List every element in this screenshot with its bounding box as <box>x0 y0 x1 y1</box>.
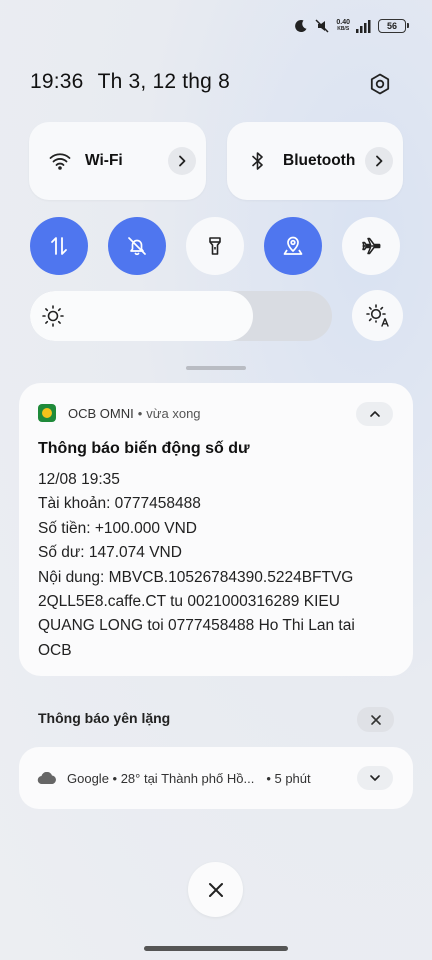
cloud-icon <box>37 770 57 786</box>
notification-line: Nội dung: MBVCB.10526784390.5224BFTVG <box>38 568 354 586</box>
date-time: 19:36 Th 3, 12 thg 8 <box>30 70 230 94</box>
notification-line: 2QLL5E8.caffe.CT tu 0021000316289 KIEU <box>38 593 340 611</box>
google-notification-text: Google • 28° tại Thành phố Hồ... <box>67 770 255 786</box>
wifi-label: Wi-Fi <box>85 152 123 169</box>
wifi-icon <box>49 150 71 172</box>
bell-off-icon <box>128 237 146 256</box>
notification-line: OCB <box>38 641 72 659</box>
notification-line: Số dư: 147.074 VND <box>38 544 182 562</box>
notification-line: Tài khoản: 0777458488 <box>38 495 201 513</box>
drag-handle[interactable] <box>186 366 246 370</box>
wifi-expand-button[interactable] <box>168 147 196 175</box>
notification-header: OCB OMNI • vừa xong <box>38 403 201 423</box>
brightness-icon <box>40 303 66 329</box>
chevron-right-icon <box>376 155 383 167</box>
clock-time: 19:36 <box>30 70 84 93</box>
google-notification-time: • 5 phút <box>266 770 311 786</box>
expand-button[interactable] <box>357 766 393 790</box>
brightness-slider[interactable] <box>30 291 332 341</box>
clear-silent-button[interactable] <box>357 707 394 732</box>
auto-brightness-icon <box>365 303 389 327</box>
settings-button[interactable] <box>362 66 398 102</box>
flashlight-toggle[interactable] <box>186 217 244 275</box>
location-icon <box>283 236 303 255</box>
ocb-app-icon <box>38 404 56 422</box>
notification-title: Thông báo biến động số dư <box>38 440 250 457</box>
notification-time: vừa xong <box>146 405 201 421</box>
close-icon <box>208 882 223 897</box>
notification-line: 12/08 19:35 <box>38 471 120 488</box>
home-indicator[interactable] <box>144 946 288 951</box>
chevron-up-icon <box>369 411 380 417</box>
airplane-mode-toggle[interactable] <box>342 217 400 275</box>
battery-level: 56 <box>386 21 397 31</box>
gear-icon <box>370 73 390 95</box>
google-notification-card[interactable]: Google • 28° tại Thành phố Hồ... • 5 phú… <box>19 747 413 809</box>
chevron-down-icon <box>370 775 380 781</box>
flashlight-icon <box>209 237 221 255</box>
do-not-disturb-toggle[interactable] <box>108 217 166 275</box>
clear-all-button[interactable] <box>188 862 243 917</box>
airplane-icon <box>362 237 381 255</box>
silent-notifications-label: Thông báo yên lặng <box>38 710 171 726</box>
notification-line: QUANG LONG toi 0777458488 Ho Thi Lan tai <box>38 617 355 635</box>
bluetooth-icon <box>247 150 269 172</box>
bluetooth-expand-button[interactable] <box>365 147 393 175</box>
separator: • <box>137 405 143 421</box>
mobile-data-toggle[interactable] <box>30 217 88 275</box>
notification-body: 12/08 19:35 Tài khoản: 0777458488 Số tiề… <box>38 468 388 663</box>
battery-icon: 56 <box>378 19 409 33</box>
close-icon <box>370 714 381 725</box>
mute-vibrate-icon <box>314 19 330 33</box>
auto-brightness-button[interactable] <box>352 290 403 341</box>
wifi-tile[interactable]: Wi-Fi <box>29 122 206 200</box>
location-toggle[interactable] <box>264 217 322 275</box>
date-text: Th 3, 12 thg 8 <box>97 70 230 93</box>
bluetooth-tile[interactable]: Bluetooth <box>227 122 403 200</box>
data-arrows-icon <box>51 237 67 255</box>
status-icons: 0.40 KB/S 56 <box>294 16 409 36</box>
notification-line: Số tiền: +100.000 VND <box>38 519 197 537</box>
moon-icon <box>294 19 308 33</box>
collapse-button[interactable] <box>356 402 393 426</box>
chevron-right-icon <box>179 155 186 167</box>
bluetooth-label: Bluetooth <box>283 152 356 169</box>
signal-icon <box>356 19 372 33</box>
app-name: OCB OMNI <box>68 405 134 421</box>
network-speed: 0.40 KB/S <box>336 19 350 32</box>
